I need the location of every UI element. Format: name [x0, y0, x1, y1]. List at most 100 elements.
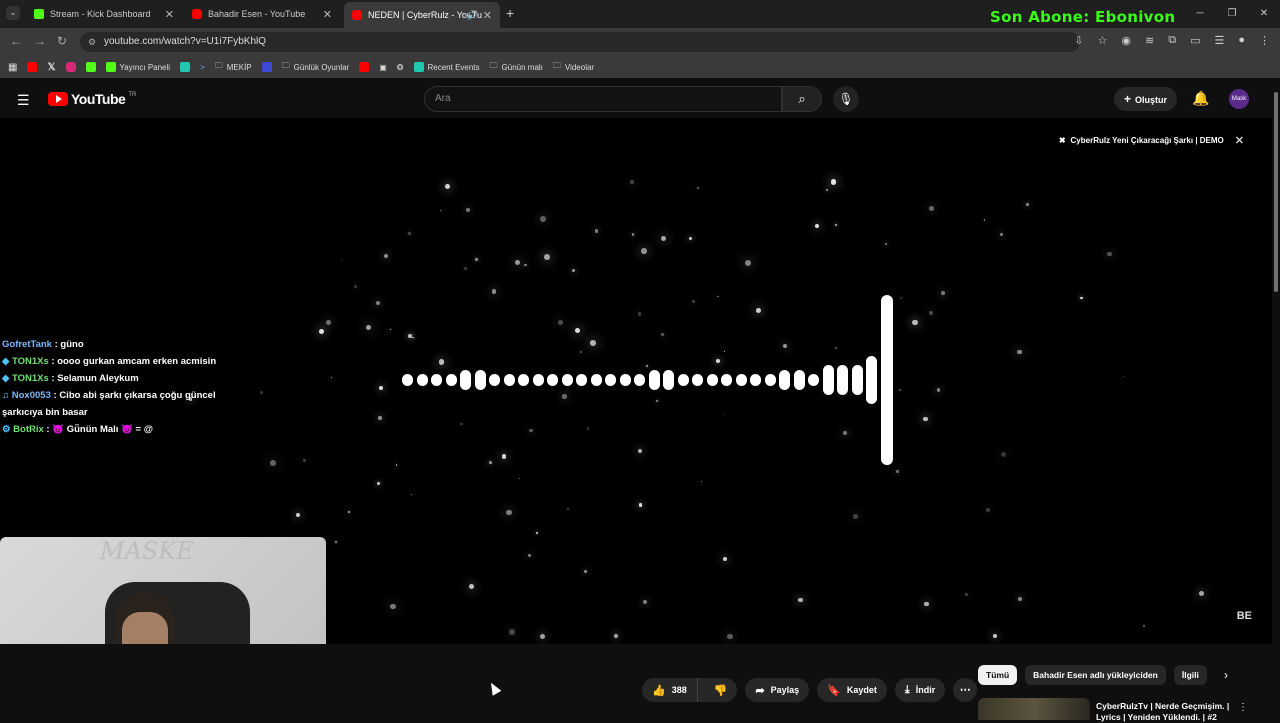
bookmark-app[interactable]: [261, 62, 272, 72]
chip-from-uploader[interactable]: Bahadir Esen adlı yükleyiciden: [1025, 665, 1166, 685]
avatar[interactable]: Mask: [1229, 89, 1249, 109]
bookmark-terminal[interactable]: >: [200, 63, 205, 72]
like-button[interactable]: 👍 388: [642, 678, 698, 702]
bookmark-yayinci-paneli[interactable]: Yayıncı Paneli: [105, 62, 170, 72]
profile-icon[interactable]: ●: [1238, 34, 1245, 47]
chat-username[interactable]: TON1Xs: [12, 373, 49, 384]
minimize-icon[interactable]: ─: [1184, 0, 1216, 28]
video-title-overlay: ✖ CyberRulz Yeni Çıkaracağı Şarkı | DEMO…: [1059, 134, 1244, 147]
create-button[interactable]: + Oluştur: [1114, 87, 1178, 111]
tab-label: Stream - Kick Dashboard: [50, 9, 151, 19]
particle: [377, 482, 381, 486]
video-title: CyberRulz Yeni Çıkaracağı Şarkı | DEMO: [1070, 136, 1224, 145]
subscriber-banner: Son Abone: Ebonivon: [990, 8, 1176, 26]
particle: [460, 422, 463, 426]
dislike-button[interactable]: 👎: [704, 678, 738, 702]
bookmark-kick[interactable]: [85, 62, 96, 72]
share-button[interactable]: ➦ Paylaş: [745, 678, 810, 702]
bookmark-mekip[interactable]: 🗀 MEKİP: [215, 60, 252, 74]
puzzle-icon[interactable]: ⧉: [1168, 34, 1176, 47]
search-button[interactable]: ⌕: [782, 86, 822, 112]
particle: [439, 209, 442, 212]
reload-icon[interactable]: ↻: [57, 34, 67, 48]
more-vert-icon[interactable]: ⋮: [1238, 702, 1248, 713]
visualizer-bar: [822, 364, 834, 396]
audio-playing-icon[interactable]: 🔊: [467, 10, 478, 21]
close-window-icon[interactable]: ✕: [1248, 0, 1280, 28]
youtube-icon: [359, 62, 370, 72]
visualizer-bar: [735, 374, 747, 386]
search-input[interactable]: Ara: [424, 86, 782, 112]
chevron-right-icon[interactable]: ›: [1224, 668, 1228, 682]
bookmark-star-icon[interactable]: ☆: [1098, 34, 1108, 47]
particle: [964, 592, 968, 596]
bookmark-recent-events[interactable]: Recent Events: [413, 62, 480, 72]
openai-icon: ❂: [396, 62, 404, 72]
particle: [408, 334, 412, 338]
site-info-icon[interactable]: ⚙: [88, 32, 96, 52]
forward-icon[interactable]: →: [34, 34, 46, 48]
url-input[interactable]: ⚙ youtube.com/watch?v=U1i7FybKhlQ: [80, 32, 1080, 52]
scrollbar-thumb[interactable]: [1274, 92, 1278, 292]
bookmark-image[interactable]: ▣: [379, 63, 387, 72]
youtube-logo[interactable]: YouTube TR: [48, 91, 136, 107]
chat-separator: :: [48, 356, 58, 367]
tab-neden-cyberrulz[interactable]: NEDEN | CyberRulz - YouTu 🔊 ✕: [344, 2, 500, 28]
voice-search-button[interactable]: 🎙: [833, 86, 859, 112]
notifications-bell-icon[interactable]: 🔔: [1192, 90, 1209, 107]
chat-username[interactable]: TON1Xs: [12, 356, 49, 367]
more-icon[interactable]: ⋮: [1259, 34, 1270, 47]
particle: [986, 507, 991, 512]
particle: [929, 310, 934, 315]
new-tab-button[interactable]: +: [506, 5, 514, 21]
close-icon[interactable]: ✕: [483, 9, 492, 22]
visualizer-bar: [779, 369, 790, 391]
close-icon[interactable]: ✕: [1235, 134, 1244, 147]
video-thumbnail[interactable]: [978, 698, 1090, 720]
menu-list-icon[interactable]: ☰: [1214, 34, 1224, 47]
bookmark-gunun-mali[interactable]: 🗀 Günün malı: [490, 60, 543, 74]
chat-username[interactable]: BotRix: [13, 424, 44, 435]
bookmark-x[interactable]: 𝕏: [47, 62, 55, 73]
bookmark-videolar[interactable]: 🗀 Videolar: [553, 60, 594, 74]
chip-all[interactable]: Tümü: [978, 665, 1018, 685]
chat-text: oooo gurkan amcam erken acmisin: [57, 356, 217, 367]
restore-icon[interactable]: ❐: [1216, 0, 1248, 28]
menu-icon[interactable]: ☰: [17, 92, 30, 109]
particle: [515, 259, 521, 265]
chat-username[interactable]: GofretTank: [2, 339, 52, 350]
bookmark-youtube[interactable]: [27, 62, 38, 72]
tab-search-icon[interactable]: ⌄: [6, 6, 20, 20]
particle: [544, 254, 550, 261]
download-button[interactable]: ⤓ İndir: [894, 678, 946, 702]
particle: [834, 224, 837, 227]
bookmark-label: Recent Events: [427, 62, 480, 72]
tab-bahadir-esen[interactable]: Bahadir Esen - YouTube ✕: [184, 4, 340, 24]
back-icon[interactable]: ←: [10, 34, 22, 48]
tab-kick-dashboard[interactable]: Stream - Kick Dashboard ✕: [26, 4, 182, 24]
chat-username[interactable]: Nox0053: [12, 390, 51, 401]
close-icon[interactable]: ✕: [165, 8, 174, 21]
sidebar-icon[interactable]: ▭: [1190, 34, 1200, 47]
bookmark-instagram[interactable]: [65, 62, 76, 72]
extension-icon[interactable]: ◉: [1121, 34, 1131, 47]
bookmark-twitch[interactable]: [180, 62, 191, 72]
particle: [527, 553, 532, 558]
close-icon[interactable]: ✕: [323, 8, 332, 21]
chip-related[interactable]: İlgili: [1173, 665, 1207, 685]
particle: [259, 390, 264, 395]
bookmark-gunluk-oyunlar[interactable]: 🗀 Günlük Oyunlar: [282, 60, 350, 74]
extension-icon[interactable]: ≋: [1145, 34, 1154, 47]
chat-message: ◆ TON1Xs : oooo gurkan amcam erken acmis…: [2, 353, 242, 370]
x-icon: 𝕏: [47, 61, 56, 73]
bookmark-openai[interactable]: ❂: [397, 63, 404, 72]
bookmark-youtube-2[interactable]: [359, 62, 370, 72]
more-actions-button[interactable]: ⋯: [953, 678, 978, 702]
install-icon[interactable]: ⇩: [1074, 34, 1083, 47]
recommended-video[interactable]: CyberRulzTv | Nerde Geçmişim. | Lyrics |…: [978, 698, 1268, 722]
image-icon: ▣: [379, 62, 387, 72]
page-scrollbar[interactable]: [1272, 80, 1280, 720]
save-button[interactable]: 🔖 Kaydet: [817, 678, 887, 702]
visualizer-bar: [474, 369, 486, 391]
apps-icon[interactable]: ▦: [8, 62, 17, 73]
